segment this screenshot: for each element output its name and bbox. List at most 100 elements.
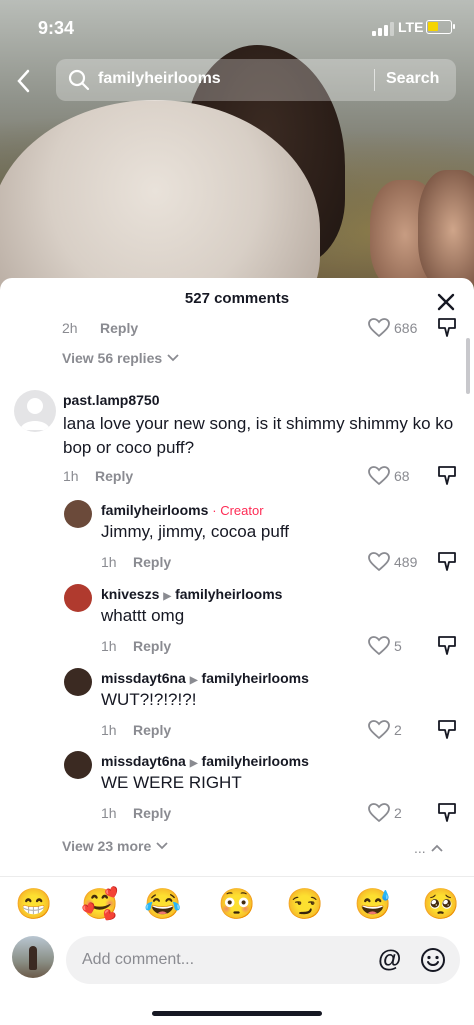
- reply-item: missdayt6na ▶ familyheirlooms WE WERE RIGHT…: [0, 751, 474, 831]
- emoji-picker-icon[interactable]: [420, 947, 446, 973]
- status-bar: 9:34 LTE: [0, 0, 474, 58]
- reply-text: WE WERE RIGHT: [101, 773, 242, 792]
- reply-to-username[interactable]: familyheirlooms: [202, 753, 309, 769]
- like-button[interactable]: 686: [368, 318, 428, 338]
- like-count: 489: [394, 554, 418, 570]
- comment-input[interactable]: [82, 948, 362, 972]
- status-time: 9:34: [38, 18, 75, 38]
- search-bar[interactable]: familyheirlooms Search: [56, 59, 456, 101]
- comment-input-box[interactable]: @: [66, 936, 460, 984]
- search-icon: [68, 69, 90, 91]
- dislike-icon[interactable]: [436, 801, 458, 823]
- dislike-icon[interactable]: [436, 718, 458, 740]
- dislike-icon[interactable]: [436, 464, 458, 486]
- reply-to-username[interactable]: familyheirlooms: [175, 586, 282, 602]
- comment-input-row: @: [0, 932, 474, 992]
- like-count: 2: [394, 805, 402, 821]
- comments-sheet: 527 comments 2h Reply 686 View 56 replie…: [0, 278, 474, 1025]
- search-query[interactable]: familyheirlooms: [98, 70, 221, 88]
- close-icon[interactable]: [434, 290, 458, 314]
- reply-button[interactable]: Reply: [95, 468, 133, 484]
- reply-text: Jimmy, jimmy, cocoa puff: [101, 522, 289, 541]
- reply-time: 1h: [101, 638, 117, 654]
- dislike-icon[interactable]: [436, 634, 458, 656]
- network-label: LTE: [398, 19, 424, 35]
- avatar[interactable]: [64, 584, 92, 612]
- avatar[interactable]: [64, 668, 92, 696]
- emoji-button[interactable]: 😂: [144, 887, 181, 923]
- heart-icon[interactable]: [368, 636, 390, 656]
- heart-icon[interactable]: [368, 720, 390, 740]
- emoji-bar: 😁 🥰 😂 😳 😏 😅 🥺: [0, 876, 474, 932]
- reply-header: missdayt6na ▶ familyheirlooms: [101, 670, 309, 686]
- view-replies-label: View 56 replies: [62, 350, 163, 366]
- reply-item: familyheirlooms · Creator Jimmy, jimmy, c…: [0, 500, 474, 580]
- creator-badge: · Creator: [212, 503, 264, 518]
- like-count: 68: [394, 468, 410, 484]
- default-avatar-icon: [20, 398, 50, 430]
- like-count: 5: [394, 638, 402, 654]
- heart-icon: [368, 318, 390, 338]
- view-more-replies-button[interactable]: View 23 more: [62, 838, 169, 854]
- reply-username[interactable]: missdayt6na: [101, 670, 186, 686]
- reply-username[interactable]: missdayt6na: [101, 753, 186, 769]
- hide-replies-label: ...: [414, 840, 426, 856]
- comment-username[interactable]: past.lamp8750: [63, 392, 160, 408]
- battery-icon: [426, 20, 455, 34]
- avatar[interactable]: [64, 751, 92, 779]
- reply-username[interactable]: familyheirlooms: [101, 502, 208, 518]
- reply-button[interactable]: Reply: [133, 554, 171, 570]
- dislike-icon[interactable]: [436, 550, 458, 572]
- avatar[interactable]: [14, 390, 56, 432]
- reply-text: WUT?!?!?!?!: [101, 690, 197, 709]
- emoji-button[interactable]: 😳: [218, 887, 255, 923]
- search-divider: [374, 69, 375, 91]
- scrollbar[interactable]: [466, 338, 470, 394]
- back-icon[interactable]: [14, 66, 40, 96]
- comment-time: 2h: [62, 320, 78, 336]
- emoji-button[interactable]: 😏: [286, 887, 323, 923]
- emoji-button[interactable]: 😅: [354, 887, 391, 923]
- emoji-button[interactable]: 😁: [15, 887, 52, 923]
- reply-button[interactable]: Reply: [133, 722, 171, 738]
- reply-button[interactable]: Reply: [133, 805, 171, 821]
- emoji-button[interactable]: 🥺: [422, 887, 459, 923]
- reply-to-username[interactable]: familyheirlooms: [202, 670, 309, 686]
- home-indicator: [152, 1011, 322, 1016]
- reply-arrow-icon: ▶: [163, 591, 172, 602]
- view-more-label: View 23 more: [62, 838, 152, 854]
- reply-username[interactable]: kniveszs: [101, 586, 159, 602]
- emoji-button[interactable]: 🥰: [81, 887, 118, 923]
- comments-count-title: 527 comments: [184, 290, 290, 307]
- mention-button[interactable]: @: [378, 946, 401, 974]
- heart-icon[interactable]: [368, 803, 390, 823]
- reply-time: 1h: [101, 722, 117, 738]
- chevron-down-icon: [156, 842, 168, 850]
- reply-header: missdayt6na ▶ familyheirlooms: [101, 753, 309, 769]
- reply-time: 1h: [101, 805, 117, 821]
- reply-header: kniveszs ▶ familyheirlooms: [101, 586, 282, 602]
- comment-item: past.lamp8750 lana love your new song, i…: [0, 388, 474, 488]
- heart-icon[interactable]: [368, 552, 390, 572]
- comment-time: 1h: [63, 468, 79, 484]
- reply-time: 1h: [101, 554, 117, 570]
- reply-item: missdayt6na ▶ familyheirlooms WUT?!?!?!?! 1h…: [0, 668, 474, 748]
- like-count: 686: [394, 320, 418, 336]
- dislike-icon[interactable]: [436, 318, 458, 338]
- reply-button[interactable]: Reply: [100, 320, 138, 336]
- search-button[interactable]: Search: [386, 70, 439, 88]
- heart-icon[interactable]: [368, 466, 390, 486]
- chevron-up-icon: [430, 844, 443, 852]
- reply-button[interactable]: Reply: [133, 638, 171, 654]
- user-avatar[interactable]: [12, 936, 54, 978]
- view-replies-button[interactable]: View 56 replies: [62, 350, 180, 366]
- signal-icon: [372, 22, 394, 36]
- reply-arrow-icon: ▶: [189, 675, 198, 686]
- video-person-face: [418, 170, 474, 290]
- reply-text: whattt omg: [101, 606, 185, 625]
- hide-replies-button[interactable]: ...: [414, 840, 444, 856]
- avatar[interactable]: [64, 500, 92, 528]
- reply-header: familyheirlooms · Creator: [101, 502, 264, 518]
- comment-text: lana love your new song, is it shimmy sh…: [63, 414, 454, 457]
- reply-item: kniveszs ▶ familyheirlooms whattt omg 1h Repl…: [0, 584, 474, 664]
